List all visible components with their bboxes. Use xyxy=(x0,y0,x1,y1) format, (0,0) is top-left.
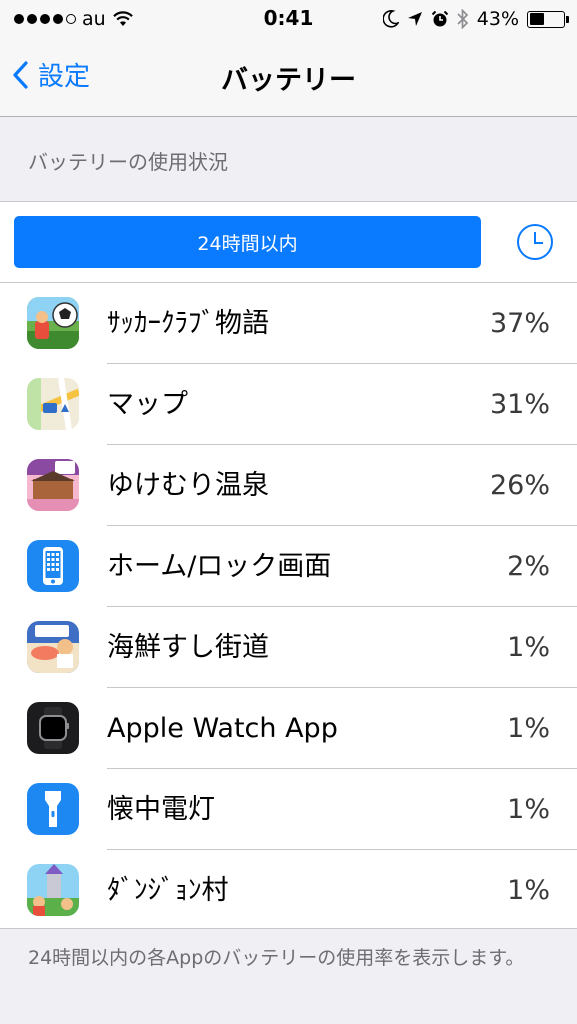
app-row-soccer[interactable]: ｻｯｶｰｸﾗﾌﾞ物語 37% xyxy=(0,283,577,364)
app-name: 海鮮すし街道 xyxy=(107,632,269,663)
app-percent: 1% xyxy=(507,713,550,744)
app-percent: 26% xyxy=(489,470,550,501)
app-row-apple-watch[interactable]: Apple Watch App 1% xyxy=(0,688,577,769)
sushi-app-icon xyxy=(27,621,79,673)
app-row-flashlight[interactable]: 懐中電灯 1% xyxy=(0,769,577,850)
app-name: 懐中電灯 xyxy=(107,794,215,825)
status-right: 43% xyxy=(382,7,569,31)
app-row-dungeon[interactable]: ﾀﾞﾝｼﾞｮﾝ村 1% xyxy=(0,850,577,931)
alarm-icon xyxy=(431,10,448,27)
apple-watch-app-icon xyxy=(27,702,79,754)
dungeon-village-app-icon xyxy=(27,864,79,916)
location-arrow-icon xyxy=(407,12,422,26)
battery-icon xyxy=(527,10,569,28)
app-percent: 1% xyxy=(507,875,550,906)
app-row-maps[interactable]: マップ 31% xyxy=(0,364,577,445)
maps-app-icon xyxy=(27,378,79,430)
app-percent: 1% xyxy=(507,794,550,825)
app-percent: 31% xyxy=(489,389,550,420)
segment-24-hours[interactable]: 24時間以内 xyxy=(14,216,481,268)
app-name: ｻｯｶｰｸﾗﾌﾞ物語 xyxy=(107,308,269,339)
app-name: ゆけむり温泉 xyxy=(107,470,269,501)
status-bar: au 0:41 43% xyxy=(0,0,577,38)
app-row-sushi[interactable]: 海鮮すし街道 1% xyxy=(0,607,577,688)
app-row-home-lock[interactable]: ホーム/ロック画面 2% xyxy=(0,526,577,607)
flashlight-icon xyxy=(27,783,79,835)
soccer-club-app-icon xyxy=(27,297,79,349)
bluetooth-icon xyxy=(457,9,468,29)
battery-usage-list: 24時間以内 ｻｯｶｰｸﾗﾌﾞ物語 37% マップ 31% ゆけむり温泉 26%… xyxy=(0,201,577,929)
app-percent: 1% xyxy=(507,632,550,663)
app-percent: 2% xyxy=(507,551,550,582)
clock-icon[interactable] xyxy=(516,223,554,261)
app-percent: 37% xyxy=(489,308,550,339)
section-header: バッテリーの使用状況 xyxy=(28,150,228,174)
app-name: Apple Watch App xyxy=(107,713,338,744)
moon-icon xyxy=(382,10,399,28)
battery-level xyxy=(529,13,544,25)
app-name: マップ xyxy=(107,389,188,420)
app-row-onsen[interactable]: ゆけむり温泉 26% xyxy=(0,445,577,526)
footer-description: 24時間以内の各Appのバッテリーの使用率を表示します。 xyxy=(28,947,525,969)
navigation-bar: 設定 バッテリー xyxy=(0,38,577,117)
home-lock-screen-icon xyxy=(27,540,79,592)
battery-percent: 43% xyxy=(476,8,519,30)
onsen-app-icon xyxy=(27,459,79,511)
app-name: ホーム/ロック画面 xyxy=(107,551,332,582)
app-name: ﾀﾞﾝｼﾞｮﾝ村 xyxy=(107,875,229,906)
page-title: バッテリー xyxy=(221,65,356,96)
